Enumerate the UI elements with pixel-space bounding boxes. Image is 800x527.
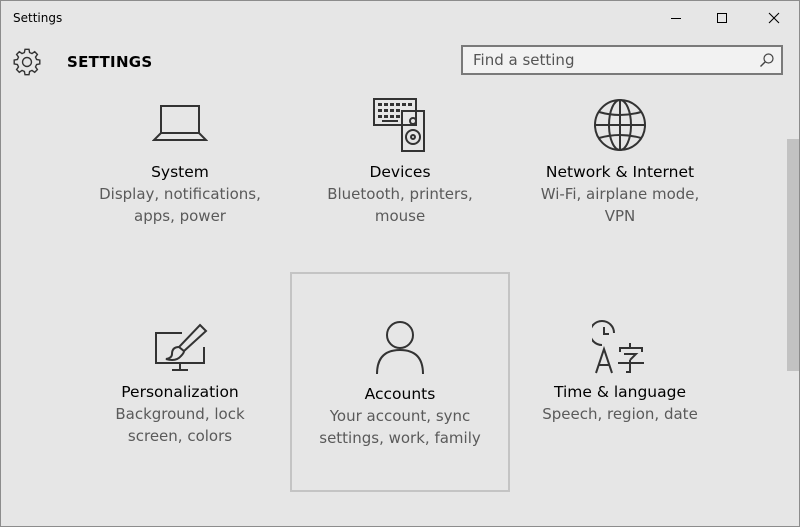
tile-description-line-1: Speech, region, date <box>542 405 698 423</box>
tile-accounts[interactable]: Accounts Your account, sync settings, wo… <box>290 272 510 492</box>
tile-description-line-1: Display, notifications, <box>99 185 261 203</box>
maximize-button[interactable] <box>699 1 745 35</box>
minimize-button[interactable] <box>653 1 699 35</box>
close-button[interactable] <box>751 1 797 35</box>
tile-description-line-1: Wi-Fi, airplane mode, <box>540 185 700 203</box>
tile-name: System <box>151 163 209 181</box>
tile-network-internet[interactable]: Network & Internet Wi-Fi, airplane mode,… <box>511 53 729 271</box>
maximize-icon <box>717 13 727 23</box>
laptop-icon <box>152 105 208 141</box>
tile-description-line-1: Background, lock <box>115 405 245 423</box>
clock-language-icon <box>592 320 644 374</box>
paintbrush-monitor-icon <box>155 323 208 371</box>
keyboard-speaker-icon <box>373 98 425 152</box>
tile-description-line-1: Bluetooth, printers, <box>327 185 473 203</box>
tile-name: Accounts <box>364 385 436 403</box>
tile-name: Personalization <box>121 383 239 401</box>
tile-description-line-2: screen, colors <box>127 427 233 445</box>
tile-description-line-1: Your account, sync <box>329 407 471 425</box>
tile-devices[interactable]: Devices Bluetooth, printers, mouse <box>291 53 509 271</box>
tile-description-line-2: VPN <box>604 207 636 225</box>
tile-name: Network & Internet <box>545 163 695 181</box>
settings-window: Settings SETTINGS Find a setting System … <box>0 0 800 527</box>
globe-icon <box>594 99 646 151</box>
tile-time-language[interactable]: Time & language Speech, region, date <box>511 273 729 491</box>
tile-name: Devices <box>369 163 431 181</box>
tile-description-line-2: settings, work, family <box>319 429 481 447</box>
search-icon[interactable] <box>759 52 775 68</box>
tile-name: Time & language <box>553 383 687 401</box>
gear-icon[interactable] <box>13 48 41 76</box>
tile-system[interactable]: System Display, notifications, apps, pow… <box>71 53 289 271</box>
tile-description-line-2: apps, power <box>134 207 226 225</box>
tile-description-line-2: mouse <box>374 207 426 225</box>
title-bar[interactable]: Settings <box>1 1 799 37</box>
close-icon <box>768 12 780 24</box>
window-title: Settings <box>13 11 63 25</box>
minimize-icon <box>671 18 681 19</box>
scrollbar-thumb[interactable] <box>787 139 799 371</box>
person-icon <box>376 321 424 375</box>
tile-personalization[interactable]: Personalization Background, lock screen,… <box>71 273 289 491</box>
